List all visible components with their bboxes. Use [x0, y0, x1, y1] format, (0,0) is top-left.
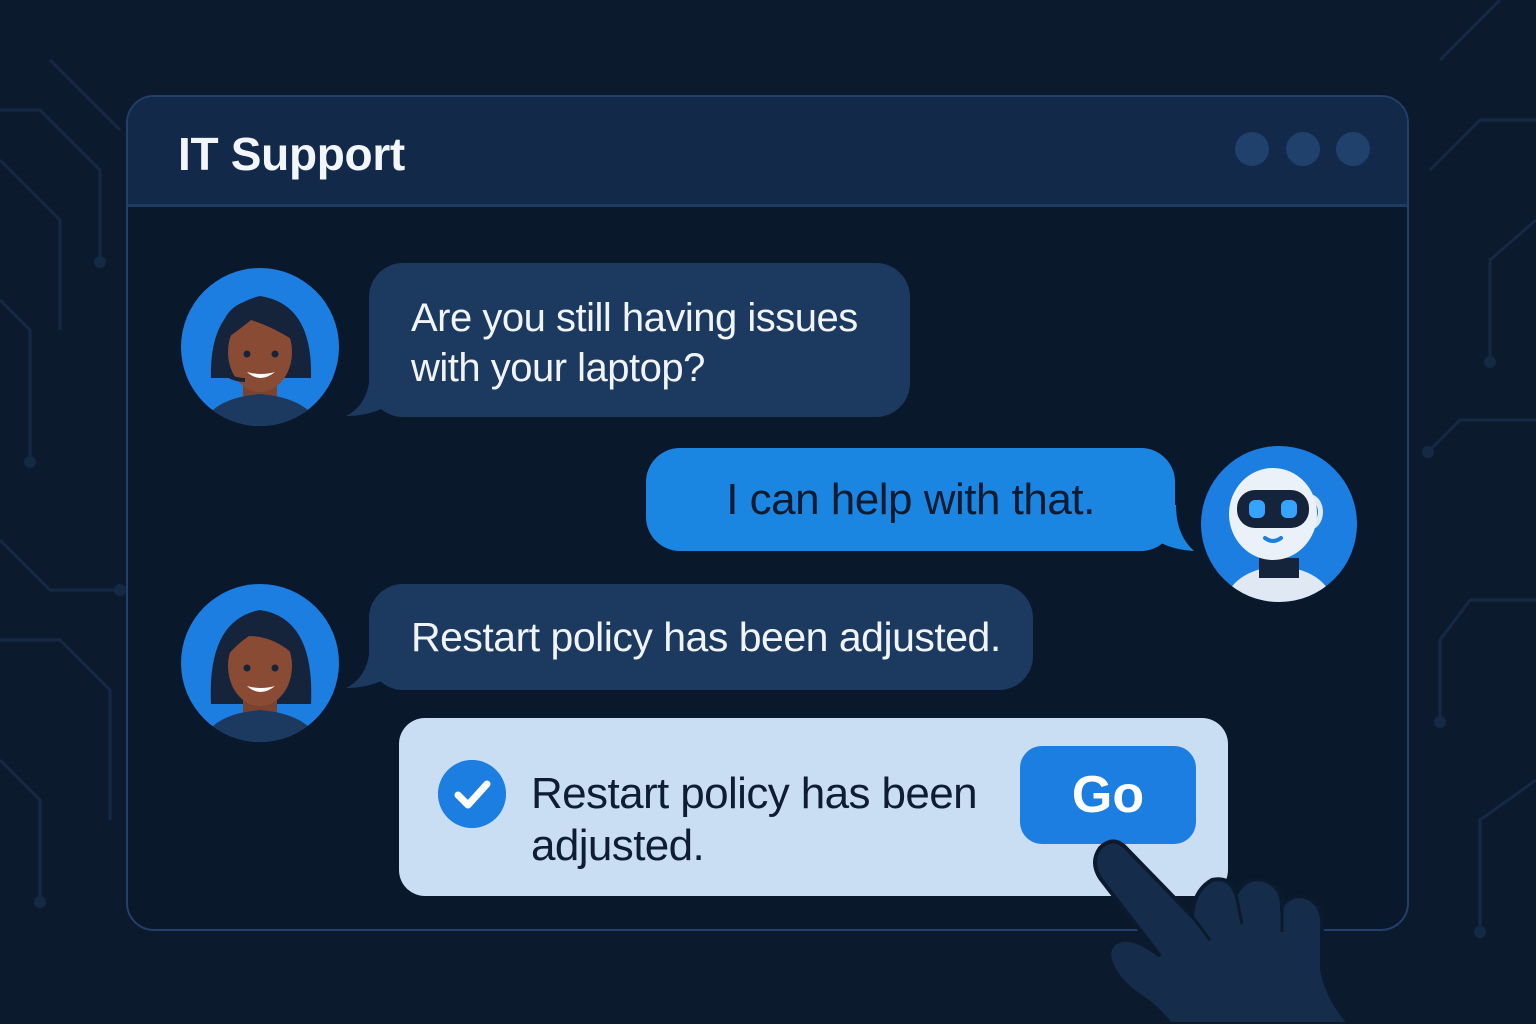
window-dot-icon[interactable] — [1336, 132, 1370, 166]
bot-message: I can help with that. — [646, 448, 1175, 551]
agent-avatar-icon — [181, 584, 339, 742]
agent-avatar-icon — [181, 268, 339, 426]
title-bar: IT Support — [128, 97, 1407, 207]
window-dot-icon[interactable] — [1286, 132, 1320, 166]
check-icon — [438, 760, 506, 828]
window-dot-icon[interactable] — [1235, 132, 1269, 166]
robot-avatar-icon — [1201, 446, 1357, 602]
notification-line: Restart policy has been — [531, 769, 978, 818]
message-line: with your laptop? — [411, 346, 705, 390]
agent-message: Are you still having issues with your la… — [369, 263, 910, 417]
notification-line: adjusted. — [531, 821, 705, 870]
notification-text: Restart policy has been adjusted. — [531, 768, 1011, 872]
window-title: IT Support — [178, 128, 405, 180]
message-line: Are you still having issues — [411, 296, 858, 340]
agent-message: Restart policy has been adjusted. — [369, 584, 1033, 690]
pointing-hand-icon — [1093, 839, 1353, 1024]
